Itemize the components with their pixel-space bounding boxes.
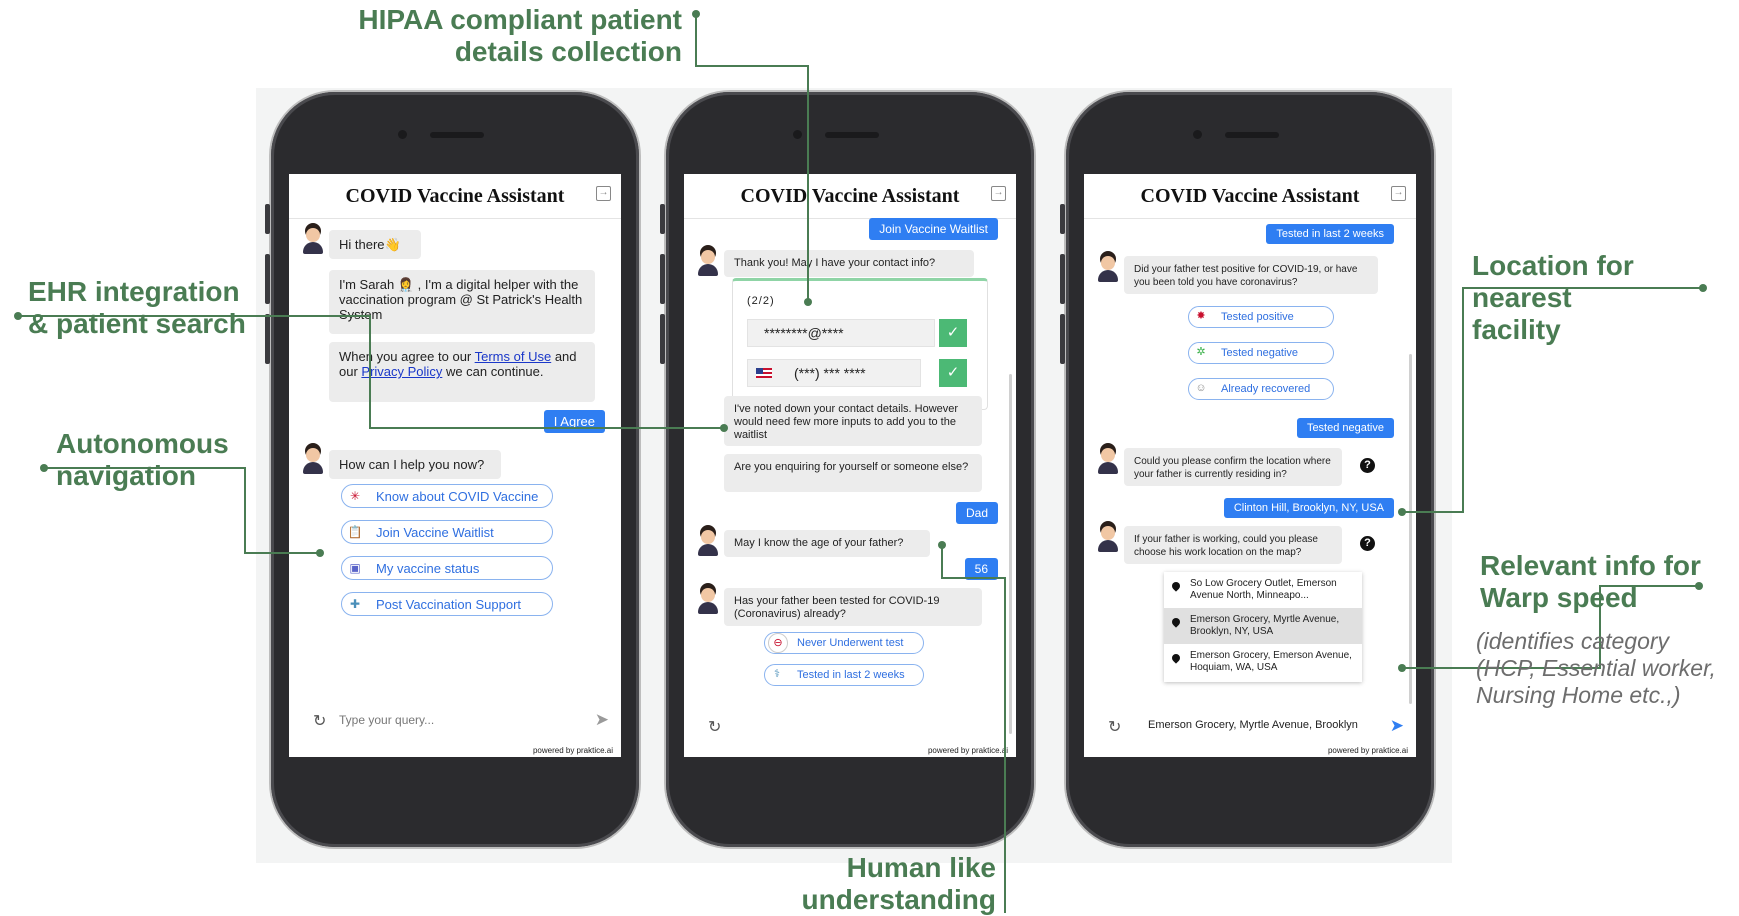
- annotation-navigation: Autonomous navigation: [56, 428, 229, 491]
- callout-lines: [14, 10, 1707, 913]
- annotation-relevant: Relevant info for Warp speed: [1480, 550, 1701, 613]
- annotation-ehr: EHR integration & patient search: [28, 276, 246, 339]
- annotation-human: Human like understanding: [801, 852, 996, 915]
- annotation-location: Location for nearest facility: [1472, 250, 1634, 345]
- annotation-hipaa: HIPAA compliant patient details collecti…: [358, 4, 682, 67]
- annotation-relevant-note: (identifies category (HCP, Essential wor…: [1476, 628, 1716, 708]
